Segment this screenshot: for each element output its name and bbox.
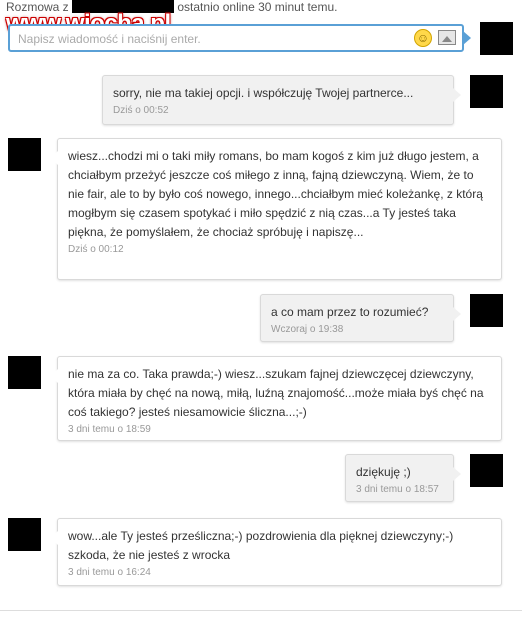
message-bubble: wiesz...chodzi mi o taki miły romans, bo… xyxy=(50,138,502,280)
avatar-contact xyxy=(8,138,41,171)
message-bubble: dziękuję ;) 3 dni temu o 18:57 xyxy=(345,454,461,502)
avatar-contact xyxy=(8,518,41,551)
message-time: Dziś o 00:52 xyxy=(113,105,169,116)
message-time: Wczoraj o 19:38 xyxy=(271,324,344,335)
message-text: a co mam przez to rozumieć? xyxy=(271,305,429,319)
message-text: wiesz...chodzi mi o taki miły romans, bo… xyxy=(68,149,483,239)
footer-divider xyxy=(0,610,522,611)
image-icon[interactable] xyxy=(438,30,456,45)
message-text: sorry, nie ma takiej opcji. i współczuję… xyxy=(113,86,414,100)
avatar-self xyxy=(470,75,503,108)
message-time: 3 dni temu o 16:24 xyxy=(68,567,151,578)
message-time: 3 dni temu o 18:57 xyxy=(356,484,439,495)
header-status: ostatnio online 30 minut temu. xyxy=(177,0,338,14)
message-bubble: nie ma za co. Taka prawda;-) wiesz...szu… xyxy=(50,356,502,441)
avatar-contact xyxy=(8,356,41,389)
message-text: nie ma za co. Taka prawda;-) wiesz...szu… xyxy=(68,367,484,419)
smiley-icon[interactable]: ☺ xyxy=(414,29,432,47)
message-bubble: a co mam przez to rozumieć? Wczoraj o 19… xyxy=(260,294,461,342)
message-composer: ☺ xyxy=(8,24,471,52)
message-text: dziękuję ;) xyxy=(356,465,411,479)
avatar-self xyxy=(470,454,503,487)
message-input[interactable] xyxy=(16,29,410,49)
message-time: 3 dni temu o 18:59 xyxy=(68,424,151,435)
avatar-self xyxy=(480,22,513,55)
message-bubble: sorry, nie ma takiej opcji. i współczuję… xyxy=(102,75,461,125)
avatar-self xyxy=(470,294,503,327)
message-bubble: wow...ale Ty jesteś prześliczna;-) pozdr… xyxy=(50,518,502,586)
message-time: Dziś o 00:12 xyxy=(68,244,124,255)
message-text: wow...ale Ty jesteś prześliczna;-) pozdr… xyxy=(68,529,454,562)
